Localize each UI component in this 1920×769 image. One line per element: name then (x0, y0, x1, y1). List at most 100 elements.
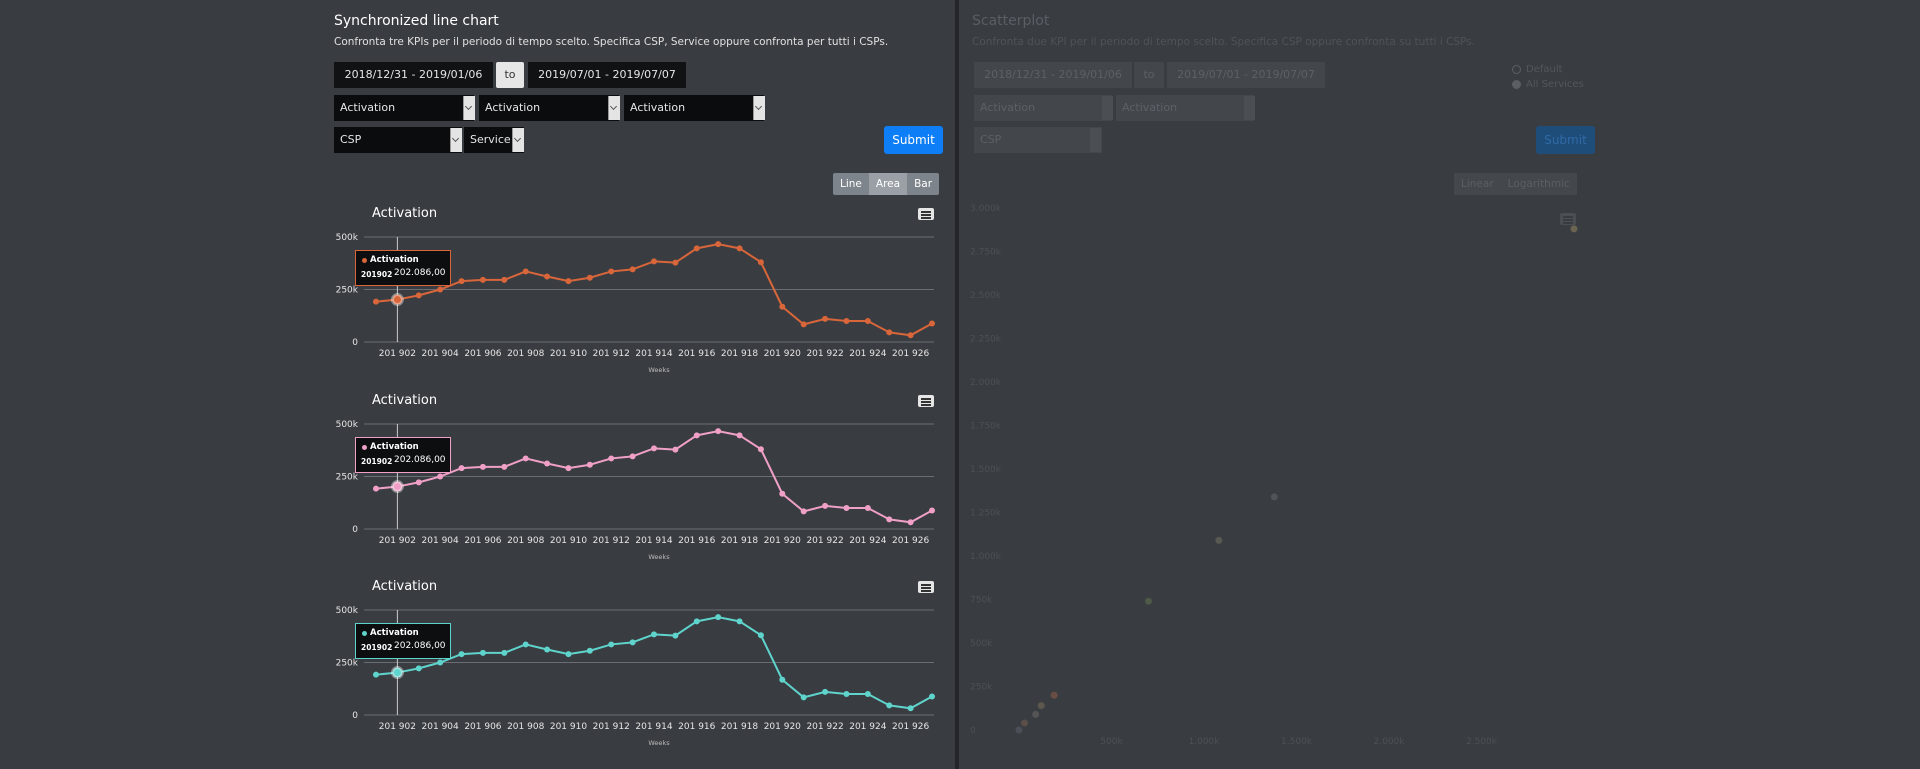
chart-type-line[interactable]: Line (833, 173, 869, 195)
data-point (757, 632, 764, 639)
chart-type-area[interactable]: Area (868, 173, 908, 195)
kpi-select-1[interactable]: Activation (334, 95, 474, 121)
csp-select[interactable]: CSP (334, 127, 462, 153)
data-point (715, 428, 722, 435)
chevron-down-icon[interactable] (463, 96, 475, 120)
y-tick-label: 250k (336, 659, 359, 669)
data-point (373, 671, 379, 678)
data-point (415, 665, 422, 672)
y-tick-label: 3.000k (970, 204, 1002, 214)
data-point (651, 258, 657, 265)
data-point (522, 455, 529, 462)
y-tick-label: 0 (970, 726, 976, 736)
data-point (693, 618, 700, 625)
data-point (608, 641, 615, 648)
x-tick-label: 201 918 (721, 722, 758, 732)
scatter-point (1032, 710, 1040, 718)
data-point (822, 315, 829, 322)
data-point (843, 691, 850, 697)
x-tick-label: 201 902 (379, 536, 416, 546)
x-tick-label: 201 924 (849, 349, 886, 359)
scatter-point (1037, 702, 1045, 710)
data-point (608, 455, 615, 462)
data-point (415, 479, 422, 486)
data-point (437, 473, 444, 480)
tooltip-x-value: 201902 (361, 457, 393, 466)
x-tick-label: 201 920 (764, 349, 801, 359)
csp-select-value: CSP (340, 133, 362, 146)
data-point (501, 649, 508, 656)
data-point (886, 329, 893, 336)
chart-type-bar[interactable]: Bar (907, 173, 940, 195)
y-tick-label: 1.000k (970, 552, 1002, 562)
x-tick-label: 500k (1100, 737, 1123, 747)
kpi-select-2-value: Activation (485, 101, 541, 114)
x-tick-label: 2.000k (1374, 737, 1406, 747)
x-tick-label: 201 910 (550, 722, 587, 732)
x-tick-label: 201 904 (422, 536, 459, 546)
x-tick-label: 201 914 (635, 349, 672, 359)
x-tick-label: 201 908 (507, 349, 544, 359)
x-tick-label: 201 924 (849, 722, 886, 732)
y-tick-label: 1.750k (970, 422, 1002, 432)
date-from-picker[interactable]: 2018/12/31 - 2019/01/06 (334, 62, 493, 88)
data-point (843, 505, 850, 511)
data-point (779, 490, 786, 497)
y-tick-label: 750k (970, 596, 993, 606)
x-tick-label: 201 914 (635, 536, 672, 546)
data-point (907, 705, 914, 712)
chevron-down-icon[interactable] (608, 96, 620, 120)
data-point (715, 614, 722, 621)
x-tick-label: 201 916 (678, 349, 715, 359)
data-point (672, 632, 679, 639)
data-point (437, 659, 444, 666)
synchronized-line-chart-panel: Synchronized line chart Confronta tre KP… (0, 0, 955, 769)
y-tick-label: 500k (970, 639, 993, 649)
x-tick-label: 201 918 (721, 536, 758, 546)
date-to-picker[interactable]: 2019/07/01 - 2019/07/07 (528, 62, 686, 88)
x-axis-title: Weeks (648, 553, 670, 561)
x-tick-label: 201 906 (464, 349, 501, 359)
data-point (693, 432, 700, 439)
data-point (608, 268, 615, 275)
data-point (544, 273, 551, 280)
data-point (929, 693, 935, 700)
tooltip-x-value: 201902 (361, 643, 393, 652)
data-point (629, 266, 636, 273)
chevron-down-icon[interactable] (512, 128, 524, 152)
kpi-select-3[interactable]: Activation (624, 95, 764, 121)
data-point (501, 276, 508, 283)
x-tick-label: 1.000k (1189, 737, 1221, 747)
scatter-point (1270, 493, 1278, 501)
data-point (586, 274, 593, 281)
data-point (907, 332, 914, 339)
chevron-down-icon[interactable] (753, 96, 765, 120)
tooltip-value: 202.086,00 (394, 641, 446, 651)
x-tick-label: 201 926 (892, 536, 929, 546)
x-tick-label: 201 914 (635, 722, 672, 732)
data-point (907, 519, 914, 526)
x-tick-label: 201 926 (892, 722, 929, 732)
kpi-select-2[interactable]: Activation (479, 95, 619, 121)
data-point (822, 502, 829, 509)
to-button[interactable]: to (496, 62, 524, 88)
chart-tooltip: Activation 201902 202.086,00 (355, 250, 451, 286)
data-point (629, 453, 636, 460)
x-tick-label: 201 918 (721, 349, 758, 359)
x-tick-label: 201 924 (849, 536, 886, 546)
y-tick-label: 500k (336, 233, 359, 243)
y-tick-label: 0 (352, 711, 358, 721)
data-point (736, 432, 743, 439)
x-tick-label: 201 922 (806, 349, 843, 359)
data-point (390, 666, 404, 680)
x-tick-label: 201 908 (507, 536, 544, 546)
submit-button[interactable]: Submit (884, 126, 943, 154)
x-tick-label: 201 906 (464, 722, 501, 732)
chart-tooltip: Activation 201902 202.086,00 (355, 623, 451, 659)
panel-title: Synchronized line chart (334, 13, 499, 29)
data-point (501, 463, 508, 470)
x-tick-label: 201 912 (593, 349, 630, 359)
chevron-down-icon[interactable] (450, 128, 462, 152)
data-point (864, 691, 871, 697)
data-point (929, 507, 935, 514)
